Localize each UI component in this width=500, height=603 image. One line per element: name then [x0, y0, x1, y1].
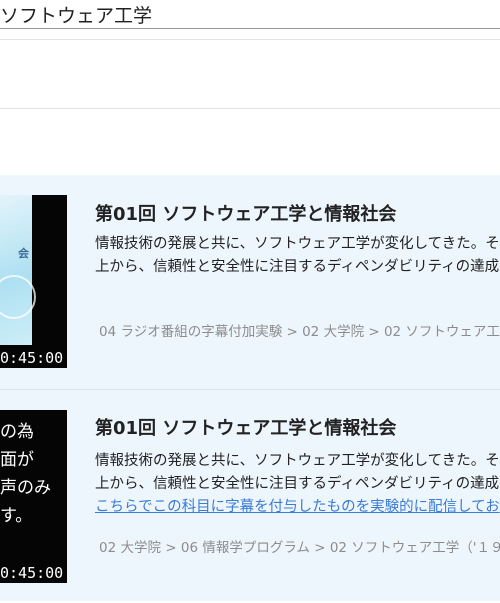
- breadcrumb: 02 大学院 > 06 情報学プログラム > 02 ソフトウェア工学（'１９）: [99, 540, 500, 556]
- search-bar[interactable]: ソフトウェア工学: [0, 0, 500, 29]
- result-card[interactable]: の為 面が 声のみ す。 0:45:00 第01回 ソフトウェア工学と情報社会 …: [0, 389, 500, 603]
- description-line: 上から、信頼性と安全性に注目するディペンダビリティの達成: [95, 259, 500, 275]
- result-title[interactable]: 第01回 ソフトウェア工学と情報社会: [95, 200, 396, 226]
- video-duration: 0:45:00: [0, 349, 64, 367]
- breadcrumb: 04 ラジオ番組の字幕付加実験 > 02 大学院 > 02 ソフトウェア工学: [99, 324, 500, 340]
- result-card[interactable]: 会 0:45:00 第01回 ソフトウェア工学と情報社会 情報技術の発展と共に、…: [0, 175, 500, 390]
- search-input[interactable]: ソフトウェア工学: [0, 1, 152, 28]
- results-list: 会 0:45:00 第01回 ソフトウェア工学と情報社会 情報技術の発展と共に、…: [0, 175, 500, 601]
- thumbnail-slide-image: 会: [0, 195, 36, 345]
- thumbnail-caption: 声のみ: [0, 478, 51, 498]
- description-line: 上から、信頼性と安全性に注目するディペンダビリティの達成: [95, 476, 500, 492]
- video-thumbnail[interactable]: の為 面が 声のみ す。 0:45:00: [0, 410, 67, 583]
- video-duration: 0:45:00: [0, 564, 64, 582]
- thumbnail-caption: す。: [0, 506, 33, 526]
- filter-panel: [0, 39, 500, 109]
- description-link[interactable]: こちらでこの科目に字幕を付与したものを実験的に配信してお: [95, 496, 500, 519]
- description-line: 情報技術の発展と共に、ソフトウェア工学が変化してきた。そ: [95, 236, 500, 252]
- description-line: 情報技術の発展と共に、ソフトウェア工学が変化してきた。そ: [95, 453, 500, 469]
- video-thumbnail[interactable]: 会 0:45:00: [0, 195, 67, 368]
- result-description: 情報技術の発展と共に、ソフトウェア工学が変化してきた。そ 上から、信頼性と安全性…: [95, 450, 500, 519]
- result-description: 情報技術の発展と共に、ソフトウェア工学が変化してきた。そ 上から、信頼性と安全性…: [95, 233, 500, 279]
- result-title[interactable]: 第01回 ソフトウェア工学と情報社会: [95, 414, 396, 440]
- thumbnail-caption: 面が: [0, 450, 34, 470]
- thumbnail-slide-text: 会: [18, 247, 29, 260]
- thumbnail-caption: の為: [0, 422, 34, 442]
